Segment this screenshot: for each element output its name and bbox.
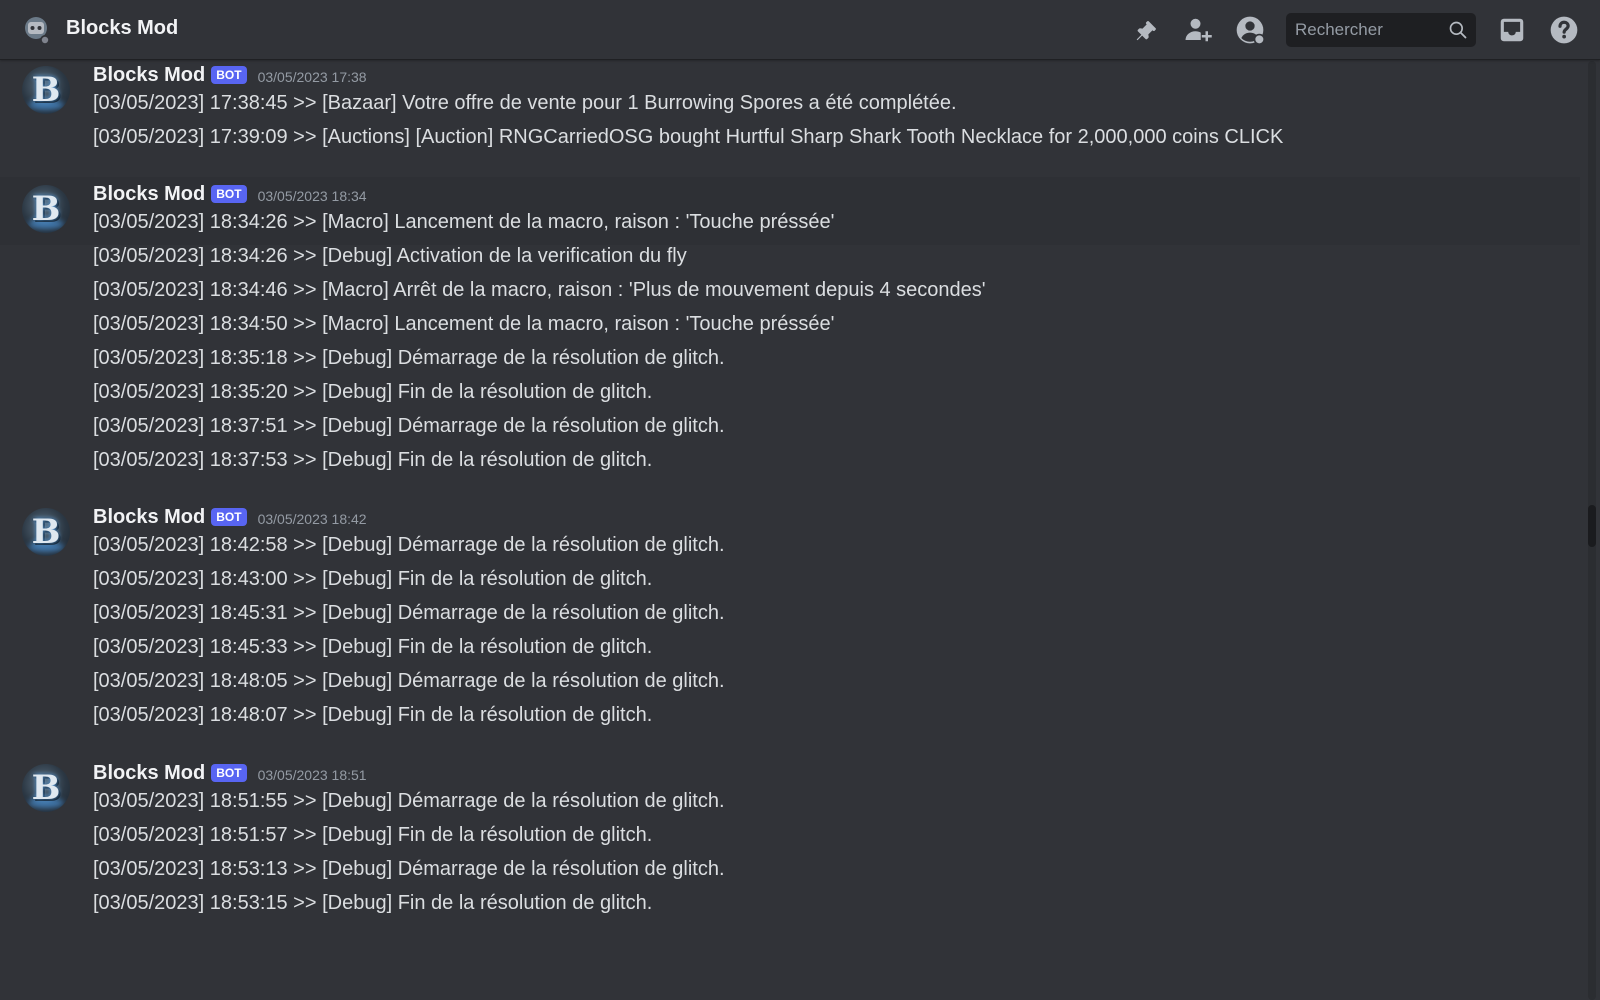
bot-tag: BOT <box>211 764 247 782</box>
avatar[interactable]: B <box>22 508 70 556</box>
bot-tag: BOT <box>211 66 247 84</box>
message-line: [03/05/2023] 17:39:09 >> [Auctions] [Auc… <box>93 126 1284 148</box>
message-line: [03/05/2023] 18:35:18 >> [Debug] Démarra… <box>93 347 725 369</box>
message-timestamp[interactable]: 03/05/2023 18:34 <box>258 185 367 204</box>
message-line: [03/05/2023] 18:37:53 >> [Debug] Fin de … <box>93 449 653 471</box>
message-line: [03/05/2023] 18:51:57 >> [Debug] Fin de … <box>93 824 653 846</box>
message-line: [03/05/2023] 18:34:46 >> [Macro] Arrêt d… <box>93 279 986 301</box>
message-header: Blocks Mod BOT 03/05/2023 18:34 <box>93 182 367 206</box>
channel-title: Blocks Mod <box>66 17 179 39</box>
message-group: B Blocks Mod BOT 03/05/2023 18:42 [03/05… <box>0 500 1580 740</box>
help-icon[interactable] <box>1546 12 1582 48</box>
message-line: [03/05/2023] 18:34:26 >> [Debug] Activat… <box>93 245 687 267</box>
message-line: [03/05/2023] 18:48:05 >> [Debug] Démarra… <box>93 670 725 692</box>
message-line: [03/05/2023] 17:38:45 >> [Bazaar] Votre … <box>93 92 957 114</box>
message-line: [03/05/2023] 18:35:20 >> [Debug] Fin de … <box>93 381 653 403</box>
bot-tag: BOT <box>211 508 247 526</box>
channel-header: Blocks Mod <box>0 0 1600 60</box>
message-timestamp[interactable]: 03/05/2023 18:51 <box>258 764 367 783</box>
scrollbar-thumb[interactable] <box>1588 505 1596 547</box>
message-list[interactable]: B Blocks Mod BOT 03/05/2023 17:38 [03/05… <box>0 61 1580 1000</box>
pin-icon[interactable] <box>1128 12 1164 48</box>
username[interactable]: Blocks Mod <box>93 64 205 87</box>
message-header: Blocks Mod BOT 03/05/2023 18:51 <box>93 761 367 785</box>
message-line: [03/05/2023] 18:42:58 >> [Debug] Démarra… <box>93 534 725 556</box>
inbox-icon[interactable] <box>1494 12 1530 48</box>
message-line: [03/05/2023] 18:53:15 >> [Debug] Fin de … <box>93 892 653 914</box>
message-header: Blocks Mod BOT 03/05/2023 18:42 <box>93 505 367 529</box>
message-line: [03/05/2023] 18:53:13 >> [Debug] Démarra… <box>93 858 725 880</box>
message-timestamp[interactable]: 03/05/2023 17:38 <box>258 66 367 85</box>
message-group: B Blocks Mod BOT 03/05/2023 18:51 [03/05… <box>0 756 1580 936</box>
message-line: [03/05/2023] 18:34:26 >> [Macro] Lanceme… <box>93 211 835 233</box>
message-header: Blocks Mod BOT 03/05/2023 17:38 <box>93 63 367 87</box>
username[interactable]: Blocks Mod <box>93 183 205 206</box>
message-group: B Blocks Mod BOT 03/05/2023 17:38 [03/05… <box>0 61 1580 171</box>
search-input[interactable] <box>1286 20 1436 40</box>
message-line: [03/05/2023] 18:34:50 >> [Macro] Lanceme… <box>93 313 835 335</box>
message-line: [03/05/2023] 18:51:55 >> [Debug] Démarra… <box>93 790 725 812</box>
search-bar[interactable] <box>1286 13 1476 47</box>
bot-avatar-icon <box>25 17 50 45</box>
message-line: [03/05/2023] 18:37:51 >> [Debug] Démarra… <box>93 415 725 437</box>
avatar[interactable]: B <box>22 185 70 233</box>
avatar[interactable]: B <box>22 764 70 812</box>
bot-tag: BOT <box>211 185 247 203</box>
add-friend-icon[interactable] <box>1180 12 1216 48</box>
message-timestamp[interactable]: 03/05/2023 18:42 <box>258 508 367 527</box>
message-line: [03/05/2023] 18:48:07 >> [Debug] Fin de … <box>93 704 653 726</box>
search-icon[interactable] <box>1448 20 1468 40</box>
scrollbar[interactable] <box>1584 61 1600 1000</box>
message-group: B Blocks Mod BOT 03/05/2023 18:34 [03/05… <box>0 177 1580 477</box>
message-line: [03/05/2023] 18:45:31 >> [Debug] Démarra… <box>93 602 725 624</box>
message-line: [03/05/2023] 18:43:00 >> [Debug] Fin de … <box>93 568 653 590</box>
message-line: [03/05/2023] 18:45:33 >> [Debug] Fin de … <box>93 636 653 658</box>
avatar[interactable]: B <box>22 66 70 114</box>
username[interactable]: Blocks Mod <box>93 506 205 529</box>
username[interactable]: Blocks Mod <box>93 762 205 785</box>
user-profile-icon[interactable] <box>1232 12 1268 48</box>
